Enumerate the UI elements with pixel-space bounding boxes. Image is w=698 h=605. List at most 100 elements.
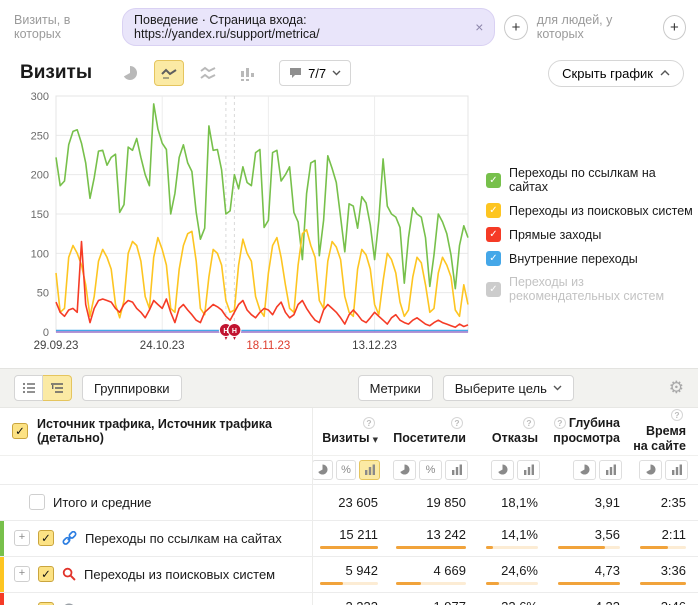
svg-text:0: 0: [43, 327, 49, 339]
metric-value: 19 850: [390, 495, 466, 510]
column-header[interactable]: ?Время на сайте: [632, 408, 698, 455]
groupings-button[interactable]: Группировки: [82, 375, 182, 401]
metric-cell: 2:46: [632, 595, 698, 605]
metric-value: 2 233: [312, 599, 378, 605]
legend-label: Переходы из поисковых систем: [509, 204, 693, 218]
dimension-cell: + ✓ Переходы по ссылкам на сайтах: [0, 521, 312, 556]
svg-text:29.09.23: 29.09.23: [34, 340, 79, 352]
metric-cell: 22,6%: [478, 595, 550, 605]
metric-cell: 4,73: [550, 559, 632, 589]
row-checkbox[interactable]: ✓: [38, 566, 54, 582]
svg-text:24.10.23: 24.10.23: [140, 340, 185, 352]
legend-checkbox-icon[interactable]: ✓: [486, 173, 501, 188]
legend-checkbox-icon[interactable]: ✓: [486, 282, 501, 297]
percent-view-icon[interactable]: %: [336, 460, 357, 480]
stacked-area-chart-type-icon[interactable]: [193, 60, 223, 86]
visits-line-chart[interactable]: 05010015020025030029.09.2324.10.2318.11.…: [16, 90, 476, 360]
column-header-label: Посетители: [393, 431, 466, 445]
dimension-header: Источник трафика, Источник трафика (дета…: [37, 417, 312, 445]
people-filter-label: для людей, у которых: [537, 13, 654, 41]
line-chart-type-icon[interactable]: [154, 60, 184, 86]
chart-header: Визиты 7/7 Скрыть график: [0, 50, 698, 90]
row-checkbox[interactable]: [29, 494, 45, 510]
legend-item[interactable]: ✓ Переходы из поисковых систем: [486, 203, 698, 218]
chevron-up-icon: [660, 70, 670, 76]
pie-view-icon[interactable]: [491, 460, 514, 480]
pie-chart-type-icon[interactable]: [115, 60, 145, 86]
column-header[interactable]: ? Визиты ▼: [312, 416, 390, 447]
bars-view-icon[interactable]: [445, 460, 468, 480]
metrics-button[interactable]: Метрики: [358, 375, 433, 401]
table-toolbar: Группировки Метрики Выберите цель ⚙: [0, 368, 698, 408]
metric-cell: 3,91: [550, 491, 632, 514]
svg-text:Н: Н: [232, 328, 237, 335]
legend-item[interactable]: ✓ Переходы из рекомендательных систем: [486, 275, 698, 303]
metric-cell: 15 211: [312, 523, 390, 553]
legend-item[interactable]: ✓ Переходы по ссылкам на сайтах: [486, 166, 698, 194]
metric-view-switcher: [632, 460, 698, 480]
pie-view-icon[interactable]: [573, 460, 596, 480]
hide-chart-button[interactable]: Скрыть график: [548, 60, 684, 87]
metric-cell: 14,1%: [478, 523, 550, 553]
select-all-checkbox[interactable]: ✓: [12, 423, 28, 439]
legend-checkbox-icon[interactable]: ✓: [486, 227, 501, 242]
pie-view-icon[interactable]: [639, 460, 662, 480]
row-label[interactable]: Переходы из поисковых систем: [84, 567, 275, 582]
column-chart-type-icon[interactable]: [232, 60, 262, 86]
series-color-strip: [0, 593, 4, 605]
table-row: Итого и средние23 60519 85018,1%3,912:35: [0, 484, 698, 520]
legend-label: Переходы по ссылкам на сайтах: [509, 166, 698, 194]
metric-value: 14,1%: [478, 527, 538, 542]
help-icon[interactable]: ?: [671, 409, 683, 421]
chevron-down-icon: [332, 70, 341, 76]
row-label[interactable]: Переходы по ссылкам на сайтах: [85, 531, 282, 546]
metric-bar: [558, 546, 620, 549]
row-label[interactable]: Итого и средние: [53, 495, 151, 510]
percent-view-icon[interactable]: %: [419, 460, 442, 480]
close-icon[interactable]: ×: [475, 20, 483, 34]
series-color-strip: [0, 521, 4, 557]
metric-bar: [396, 546, 466, 549]
metric-cell: 2 233: [312, 595, 390, 605]
metric-cell: 4 669: [390, 559, 478, 589]
expand-button[interactable]: +: [14, 530, 30, 546]
segments-button[interactable]: 7/7: [279, 60, 351, 86]
pie-view-icon[interactable]: [393, 460, 416, 480]
metric-value: 4,73: [550, 563, 620, 578]
legend-item[interactable]: ✓ Прямые заходы: [486, 227, 698, 242]
column-header[interactable]: ?Отказы: [478, 416, 550, 447]
metric-view-switcher: %: [312, 460, 390, 480]
bars-view-icon[interactable]: [359, 460, 380, 480]
column-header[interactable]: ?Глубина просмотра: [550, 416, 632, 447]
legend-item[interactable]: ✓ Внутренние переходы: [486, 251, 698, 266]
metric-value: 3,56: [550, 527, 620, 542]
page-title: Визиты: [20, 62, 92, 84]
metric-value: 3:36: [632, 563, 686, 578]
bars-view-icon[interactable]: [665, 460, 688, 480]
legend-checkbox-icon[interactable]: ✓: [486, 203, 501, 218]
add-people-condition-button[interactable]: +: [663, 15, 686, 40]
help-icon[interactable]: ?: [363, 417, 375, 429]
metric-cell: 3:36: [632, 559, 698, 589]
row-checkbox[interactable]: ✓: [38, 530, 54, 546]
bars-view-icon[interactable]: [517, 460, 540, 480]
help-icon[interactable]: ?: [451, 417, 463, 429]
comment-icon: [289, 67, 302, 79]
expand-button[interactable]: +: [14, 566, 30, 582]
sort-desc-icon: ▼: [373, 436, 378, 444]
list-view-icon[interactable]: [14, 375, 43, 401]
choose-goal-button[interactable]: Выберите цель: [443, 375, 574, 401]
column-header[interactable]: ? Посетители: [390, 416, 478, 447]
gear-icon[interactable]: ⚙: [669, 378, 684, 398]
column-header-label: Визиты: [322, 431, 369, 445]
metric-value: 4,33: [550, 599, 620, 605]
help-icon[interactable]: ?: [523, 417, 535, 429]
add-visit-condition-button[interactable]: +: [504, 15, 527, 40]
help-icon[interactable]: ?: [554, 417, 566, 429]
legend-checkbox-icon[interactable]: ✓: [486, 251, 501, 266]
pie-view-icon[interactable]: [312, 460, 333, 480]
tree-view-icon[interactable]: [43, 375, 72, 401]
bars-view-icon[interactable]: [599, 460, 622, 480]
filter-chip-entry-page[interactable]: Поведение · Страница входа: https://yand…: [122, 8, 495, 46]
metric-view-row: %%: [0, 455, 698, 484]
